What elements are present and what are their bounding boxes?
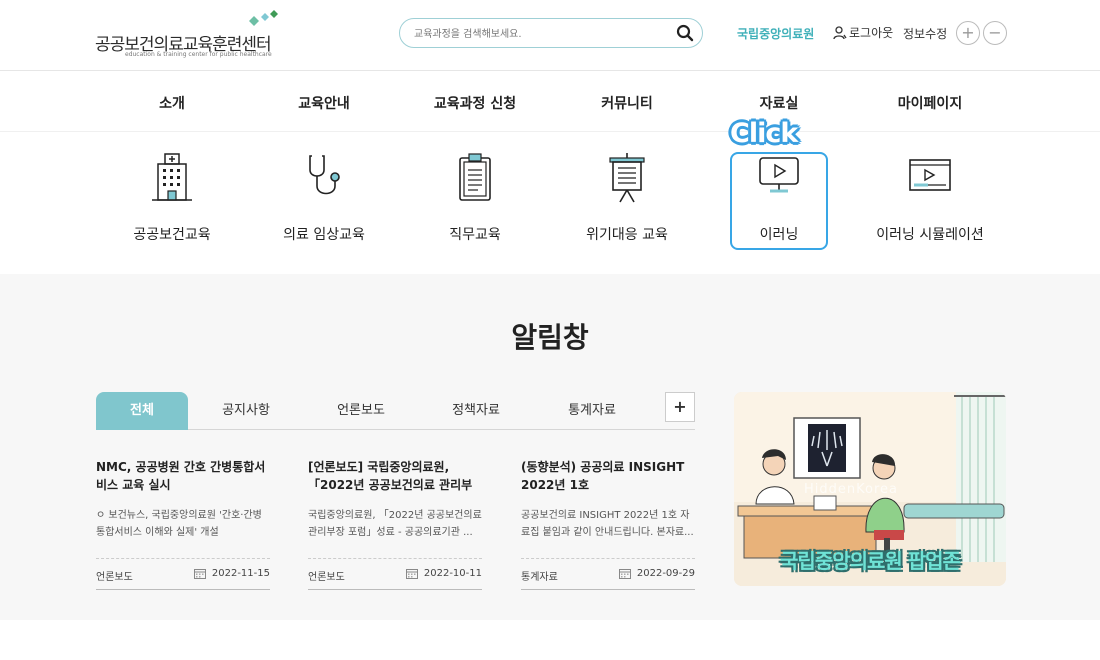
calendar-icon (618, 569, 631, 579)
notice-card[interactable]: NMC, 공공병원 간호 간병통합서비스 교육 실시 ㅇ 보건뉴스, 국립중앙의… (96, 458, 270, 590)
calendar-icon (405, 569, 418, 579)
quick-menu: 공공보건교육 의료 임상교육 직무교육 위기대응 교육 이러닝 이러닝 시뮬레이… (0, 132, 1100, 274)
tab-press[interactable]: 언론보도 (315, 392, 407, 430)
user-icon (833, 25, 847, 39)
calendar-icon (193, 569, 206, 579)
card-date-value: 2022-10-11 (423, 568, 482, 579)
card-category: 통계자료 (521, 572, 558, 583)
card-date: 2022-10-11 (405, 568, 482, 579)
tab-statistics[interactable]: 통계자료 (546, 392, 638, 430)
nav-mypage[interactable]: 마이페이지 (898, 93, 962, 113)
card-category: 언론보도 (308, 572, 345, 583)
card-title: NMC, 공공병원 간호 간병통합서비스 교육 실시 (96, 460, 266, 492)
monitor-play-icon (759, 157, 799, 193)
card-date-value: 2022-11-15 (211, 568, 270, 579)
card-footer: 언론보도 2022-10-11 (308, 558, 482, 590)
card-date-value: 2022-09-29 (636, 568, 695, 579)
logout-button[interactable]: 로그아웃 (833, 24, 893, 41)
click-badge: Click (730, 118, 798, 149)
banner-watermark: HiddenKorea (804, 482, 898, 497)
zoom-out-button[interactable]: − (983, 21, 1007, 45)
more-button[interactable]: + (665, 392, 695, 422)
notice-card[interactable]: (동향분석) 공공의료 INSIGHT 2022년 1호 공공보건의료 INSI… (521, 458, 695, 590)
logout-label: 로그아웃 (849, 26, 894, 40)
nav-resources[interactable]: 자료실 (760, 93, 799, 113)
quick-label: 이러닝 (759, 227, 799, 243)
hospital-building-icon (152, 153, 192, 201)
nav-course-apply[interactable]: 교육과정 신청 (434, 93, 516, 113)
card-footer: 언론보도 2022-11-15 (96, 558, 270, 590)
clipboard-icon (459, 153, 491, 201)
notice-card[interactable]: [언론보도] 국립중앙의료원,「2022년 공공보건의료 관리부장 포럼」...… (308, 458, 482, 590)
logo-diamond-icon (249, 10, 278, 26)
stethoscope-icon (309, 155, 340, 195)
card-date: 2022-09-29 (618, 568, 695, 579)
quick-job-training[interactable]: 직무교육 (426, 152, 524, 250)
tab-notices[interactable]: 공지사항 (200, 392, 292, 430)
nmc-link[interactable]: 국립중앙의료원 (737, 25, 814, 42)
quick-label: 위기대응 교육 (586, 227, 668, 243)
tab-all[interactable]: 전체 (96, 392, 188, 430)
main-navigation: 소개 교육안내 교육과정 신청 커뮤니티 자료실 마이페이지 (0, 72, 1100, 132)
card-description: 공공보건의료 INSIGHT 2022년 1호 자료집 붙임과 같이 안내드립니… (521, 510, 694, 538)
quick-label: 공공보건교육 (133, 227, 211, 243)
quick-public-health[interactable]: 공공보건교육 (123, 152, 221, 250)
search-icon[interactable] (676, 24, 694, 42)
card-footer: 통계자료 2022-09-29 (521, 558, 695, 590)
quick-elearning-simulation[interactable]: 이러닝 시뮬레이션 (876, 152, 984, 250)
quick-label: 직무교육 (449, 227, 501, 243)
presentation-board-icon (609, 153, 645, 203)
notice-section: 알림창 전체 공지사항 언론보도 정책자료 통계자료 + NMC, 공공병원 간… (0, 274, 1100, 620)
nav-intro[interactable]: 소개 (159, 93, 185, 113)
popup-zone-banner[interactable]: HiddenKorea 국립중앙의료원 팝업존 (734, 392, 1006, 586)
quick-label: 이러닝 시뮬레이션 (876, 227, 984, 243)
edit-info-link[interactable]: 정보수정 (903, 25, 947, 42)
nav-education-guide[interactable]: 교육안내 (298, 93, 350, 113)
notice-tabs: 전체 공지사항 언론보도 정책자료 통계자료 (96, 392, 695, 430)
nav-community[interactable]: 커뮤니티 (601, 93, 653, 113)
site-header: 공공보건의료교육훈련센터 education & training center… (0, 0, 1100, 71)
search-box (399, 18, 703, 48)
card-title: (동향분석) 공공의료 INSIGHT 2022년 1호 (521, 460, 685, 492)
logo-subtitle: education & training center for public h… (125, 51, 272, 58)
video-player-icon (909, 159, 951, 191)
quick-elearning[interactable]: 이러닝 (730, 152, 828, 250)
quick-crisis-response[interactable]: 위기대응 교육 (578, 152, 676, 250)
notice-title: 알림창 (511, 321, 589, 354)
tab-policy[interactable]: 정책자료 (430, 392, 522, 430)
banner-text: 국립중앙의료원 팝업존 (780, 549, 961, 573)
card-date: 2022-11-15 (193, 568, 270, 579)
card-description: ㅇ 보건뉴스, 국립중앙의료원 '간호·간병통합서비스 이해와 실제' 개설 h… (96, 510, 262, 538)
quick-clinical[interactable]: 의료 임상교육 (275, 152, 373, 250)
zoom-in-button[interactable]: + (956, 21, 980, 45)
site-logo[interactable]: 공공보건의료교육훈련센터 education & training center… (95, 10, 285, 60)
card-category: 언론보도 (96, 572, 133, 583)
search-input[interactable] (414, 25, 664, 43)
quick-label: 의료 임상교육 (283, 227, 365, 243)
card-title: [언론보도] 국립중앙의료원,「2022년 공공보건의료 관리부장 포럼」... (308, 460, 473, 492)
card-description: 국립중앙의료원, 「2022년 공공보건의료 관리부장 포럼」성료 - 공공의료… (308, 510, 482, 538)
